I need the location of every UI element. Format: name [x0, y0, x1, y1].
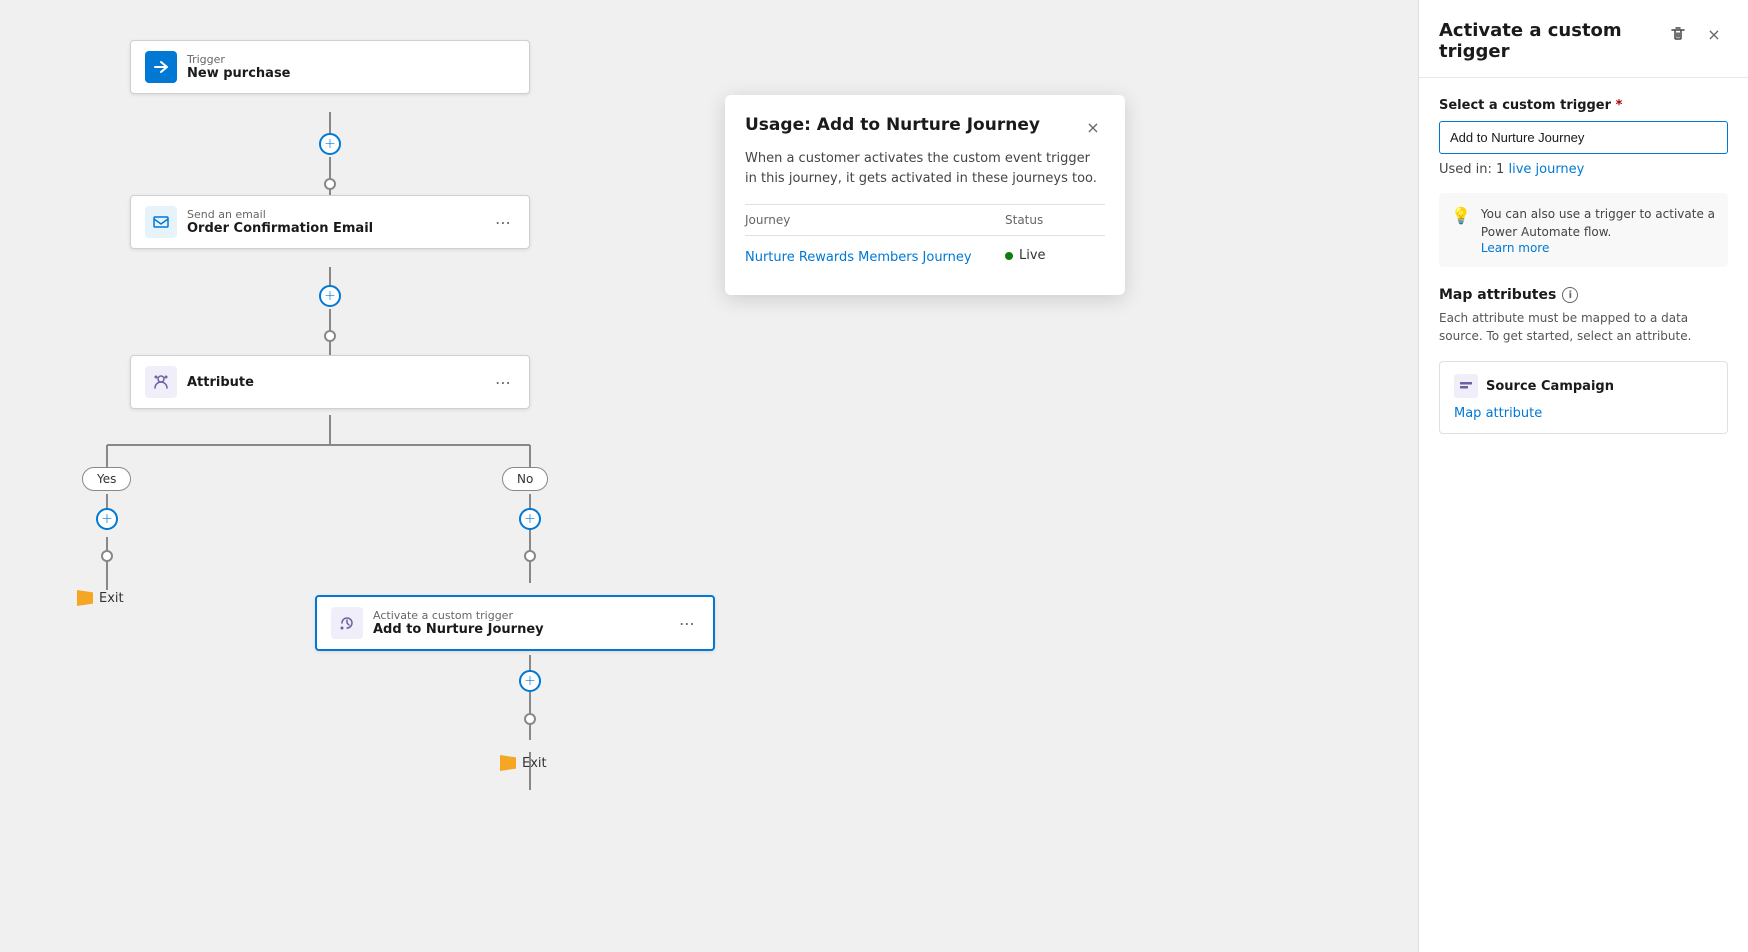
connector-circle-2 [324, 330, 336, 342]
connector-circle-yes [101, 550, 113, 562]
trigger-field-label: Select a custom trigger * [1439, 98, 1728, 113]
custom-trigger-menu-btn[interactable]: ⋯ [675, 610, 699, 637]
usage-popup-title: Usage: Add to Nurture Journey [745, 115, 1081, 135]
usage-table: Journey Status Nurture Rewards Members J… [745, 204, 1105, 275]
usage-popup-description: When a customer activates the custom eve… [745, 149, 1105, 188]
exit-yes-node: Exit [77, 590, 124, 606]
attribute-icon [145, 366, 177, 398]
map-attributes-title: Map attributes i [1439, 287, 1728, 303]
map-attributes-info-icon[interactable]: i [1562, 287, 1578, 303]
attribute-card-icon [1454, 374, 1478, 398]
right-panel: Activate a custom trigger × Select a cus… [1418, 0, 1748, 952]
attribute-card-header: Source Campaign [1454, 374, 1713, 398]
panel-header-actions: × [1664, 20, 1728, 48]
info-box: 💡 You can also use a trigger to activate… [1439, 193, 1728, 267]
usage-status-cell: Live [1005, 248, 1105, 263]
email-label: Send an email [187, 208, 373, 221]
panel-title: Activate a custom trigger [1439, 20, 1664, 62]
attribute-card-name: Source Campaign [1486, 379, 1614, 394]
info-text: You can also use a trigger to activate a… [1481, 205, 1716, 241]
info-box-content: You can also use a trigger to activate a… [1481, 205, 1716, 255]
trigger-icon [145, 51, 177, 83]
custom-trigger-icon [331, 607, 363, 639]
panel-close-btn[interactable]: × [1700, 20, 1728, 48]
map-attributes-desc: Each attribute must be mapped to a data … [1439, 309, 1728, 345]
exit-yes-label: Exit [99, 591, 124, 606]
add-step-no-btn[interactable]: + [519, 508, 541, 530]
trigger-field-input[interactable] [1439, 121, 1728, 154]
custom-trigger-title: Add to Nurture Journey [373, 622, 544, 637]
usage-popup-close-btn[interactable]: × [1081, 115, 1105, 139]
connector-circle-no [524, 550, 536, 562]
branch-no-label: No [502, 467, 548, 491]
email-icon [145, 206, 177, 238]
custom-trigger-node[interactable]: Activate a custom trigger Add to Nurture… [315, 595, 715, 651]
attribute-text: Attribute [187, 375, 254, 390]
usage-table-header: Journey Status [745, 205, 1105, 236]
add-step-after-trigger-btn[interactable]: + [519, 670, 541, 692]
custom-trigger-text: Activate a custom trigger Add to Nurture… [373, 609, 544, 637]
add-step-yes-btn[interactable]: + [96, 508, 118, 530]
exit-bottom-node: Exit [500, 755, 547, 771]
usage-popup-header: Usage: Add to Nurture Journey × [745, 115, 1105, 139]
attribute-node[interactable]: Attribute ⋯ [130, 355, 530, 409]
usage-journey-link[interactable]: Nurture Rewards Members Journey [745, 250, 972, 265]
panel-content: Select a custom trigger * Used in: 1 liv… [1419, 78, 1748, 952]
used-in-text: Used in: 1 live journey [1439, 162, 1728, 177]
journey-canvas: Trigger New purchase + Send an email Ord… [0, 0, 1418, 952]
used-in-link[interactable]: live journey [1508, 162, 1584, 177]
exit-flag-bottom [500, 755, 516, 771]
trigger-node[interactable]: Trigger New purchase [130, 40, 530, 94]
map-attribute-link[interactable]: Map attribute [1454, 406, 1713, 421]
email-node[interactable]: Send an email Order Confirmation Email ⋯ [130, 195, 530, 249]
attribute-menu-btn[interactable]: ⋯ [491, 369, 515, 396]
add-step-btn-1[interactable]: + [319, 133, 341, 155]
attribute-card: Source Campaign Map attribute [1439, 361, 1728, 434]
connector-circle-after-trigger [524, 713, 536, 725]
email-menu-btn[interactable]: ⋯ [491, 209, 515, 236]
panel-delete-btn[interactable] [1664, 20, 1692, 48]
trigger-label: Trigger [187, 53, 291, 66]
custom-trigger-label: Activate a custom trigger [373, 609, 544, 622]
status-dot [1005, 252, 1013, 260]
trigger-title: New purchase [187, 66, 291, 81]
email-text: Send an email Order Confirmation Email [187, 208, 373, 236]
attribute-title: Attribute [187, 375, 254, 390]
learn-more-link[interactable]: Learn more [1481, 241, 1716, 255]
usage-col-journey-header: Journey [745, 213, 1005, 227]
connector-circle-1 [324, 178, 336, 190]
usage-status-text: Live [1019, 248, 1046, 263]
add-step-btn-2[interactable]: + [319, 285, 341, 307]
usage-popup: Usage: Add to Nurture Journey × When a c… [725, 95, 1125, 295]
exit-bottom-label: Exit [522, 756, 547, 771]
trigger-text: Trigger New purchase [187, 53, 291, 81]
exit-flag-yes [77, 590, 93, 606]
email-title: Order Confirmation Email [187, 221, 373, 236]
info-bulb-icon: 💡 [1451, 206, 1471, 255]
panel-header: Activate a custom trigger × [1419, 0, 1748, 78]
usage-table-row: Nurture Rewards Members Journey Live [745, 236, 1105, 275]
usage-col-status-header: Status [1005, 213, 1105, 227]
usage-journey-cell[interactable]: Nurture Rewards Members Journey [745, 246, 1005, 265]
branch-yes-label: Yes [82, 467, 131, 491]
connector-lines [0, 0, 1418, 952]
